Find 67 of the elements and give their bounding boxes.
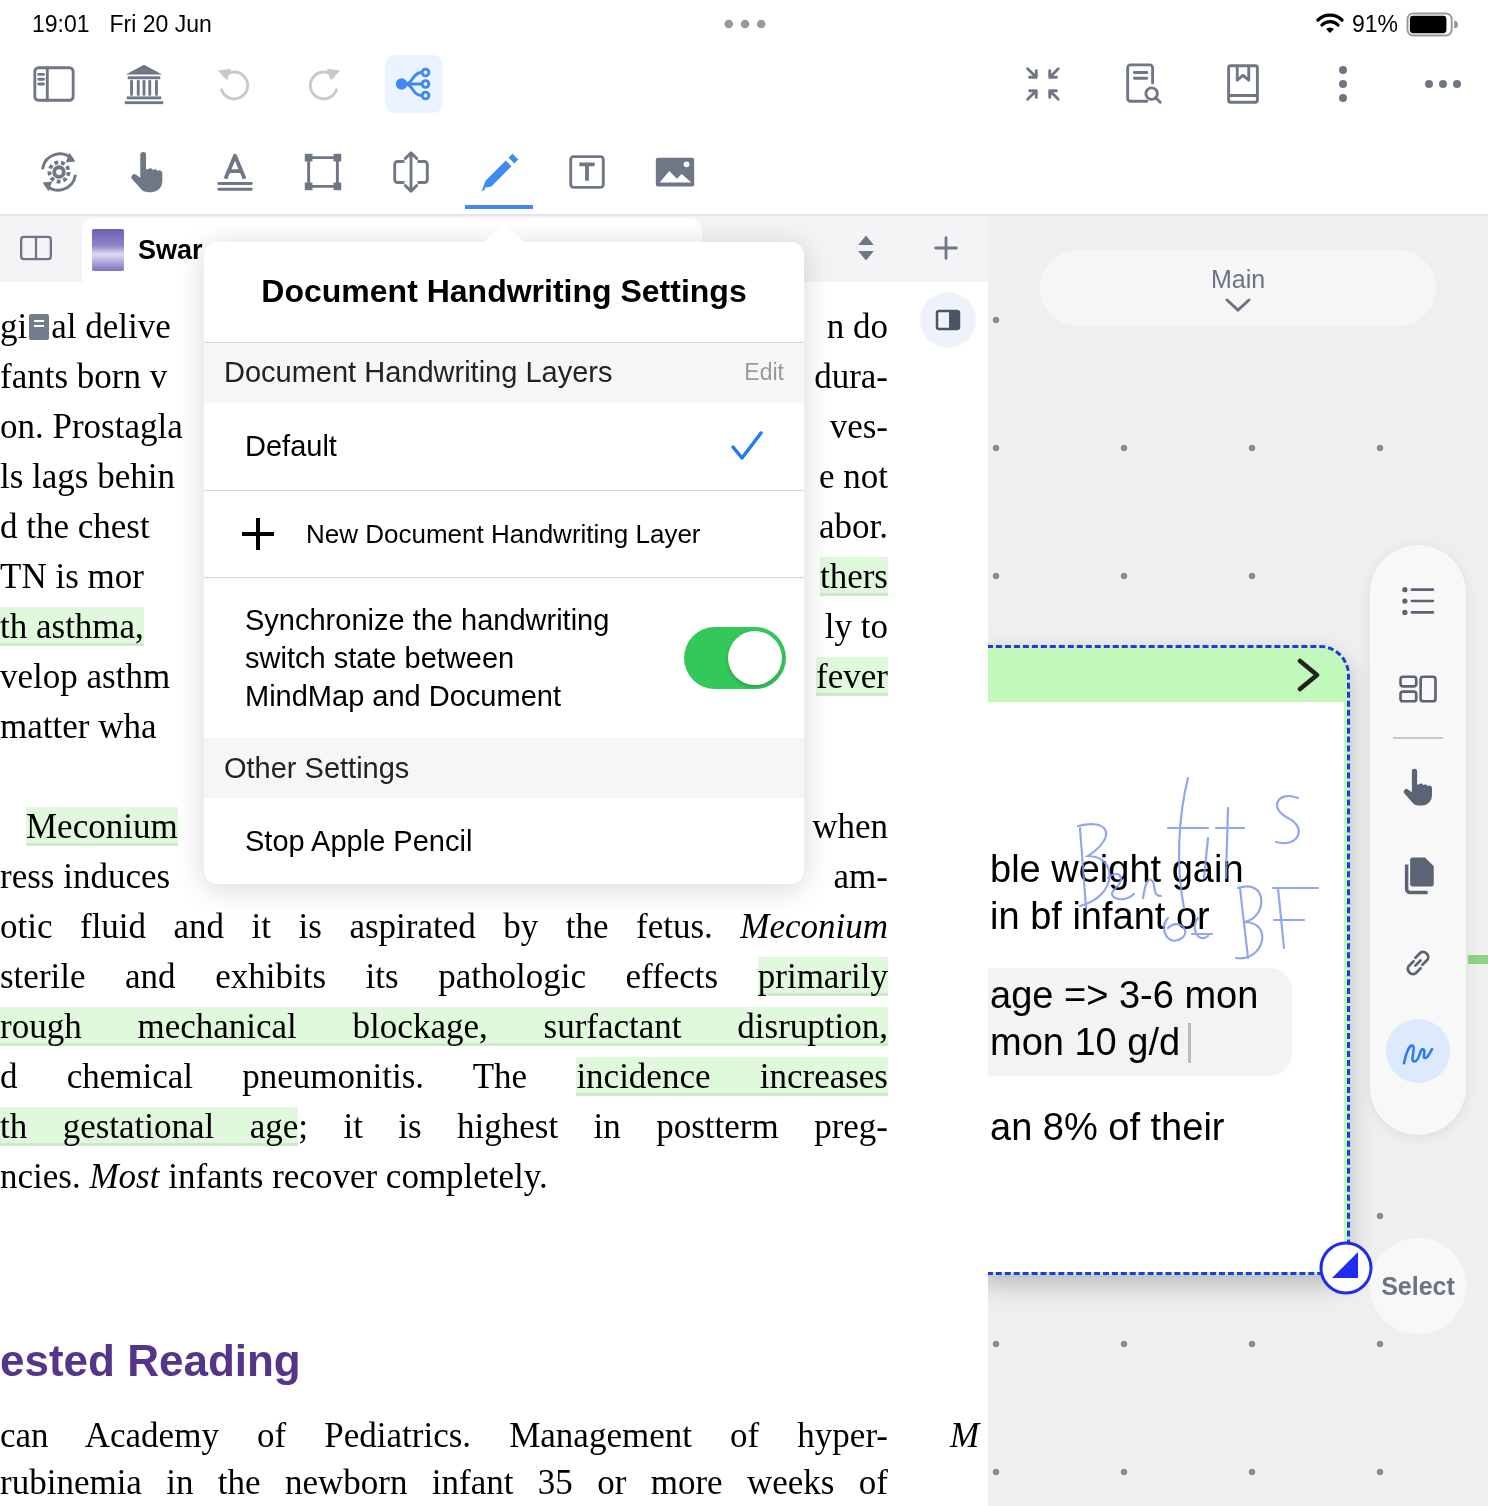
text-line: th gestational age; it is highest in postterm preg- [0,1106,888,1148]
text-fragment: am- [833,856,888,898]
text-fragment: n do [826,306,888,348]
side-panel-icon [935,309,961,331]
split-view-icon [19,235,53,261]
layer-name: Default [245,429,337,463]
tab-title: Swar [138,234,203,266]
text-fragment: thers [819,556,888,598]
mindmap-button[interactable] [385,55,443,113]
clock-time: 19:01 [32,10,90,38]
text-fragment: M [950,1416,980,1455]
chevron-right-icon[interactable] [1297,658,1321,692]
vertical-dots-icon [1339,66,1347,102]
node-text: mon 10 g/d [990,1019,1292,1066]
section-header: Document Handwriting Layers [224,356,613,390]
section-heading: ested Reading [0,1336,302,1386]
battery-icon [1406,11,1458,37]
text-fragment: dura- [814,356,888,398]
text-fragment: fever [816,656,888,698]
text-line: rubinemia in the newborn infant 35 or more weeks of [0,1462,888,1504]
plus-icon [240,516,276,553]
date-text: Fri 20 Jun [109,10,212,38]
text-fragment: ves- [829,406,888,448]
resize-handle[interactable] [1318,1240,1374,1296]
text-line: d chemical pneumonitis. The incidence increases [0,1056,888,1098]
popover-title: Document Handwriting Settings [204,242,804,343]
text-fragment: when [812,806,888,848]
multitasking-dots-icon[interactable] [724,19,766,29]
text-fragment: ly to [824,606,888,648]
text-fragment: Meconium [25,806,178,848]
text-line: can Academy of Pediatrics. Management of hyper- [0,1415,888,1457]
stop-pencil-button[interactable]: Stop Apple Pencil [245,824,473,858]
text-fragment: ls lags behin [0,456,175,498]
note-icon[interactable] [29,314,50,340]
text-line: ncies. Most infants recover completely. [0,1156,549,1198]
text-line: otic fluid and it is aspirated by the fetus. Meconium [0,906,888,948]
plus-icon [934,234,958,262]
node-text: an 8% of their [990,1105,1226,1150]
node-text: age => 3-6 mon [990,973,1260,1018]
text-fragment: gi al delive [0,306,171,348]
text-fragment: e not [819,456,888,498]
new-layer-button[interactable]: New Document Handwriting Layer [204,490,804,579]
node-text: ble weight gain [990,847,1245,892]
main-map-button[interactable]: Main [1040,250,1436,326]
battery-percent: 91% [1351,10,1398,38]
setting-label: Synchronize the handwriting switch state between MindMap and Document [245,603,611,715]
node-text: in bf infant or [990,894,1211,939]
text-fragment: TN is mor [0,556,144,598]
layer-row[interactable]: Default [204,402,804,491]
mindmap-node[interactable]: ble weight gain in bf infant or age => 3-6 mon mon 10 g/d an 8% of their [988,645,1350,1275]
horizontal-dots-icon [1425,80,1461,88]
text-fragment: velop asthm [0,656,171,698]
text-fragment: fants born v [0,356,168,398]
text-cursor [1188,1023,1192,1063]
section-header: Other Settings [224,751,410,785]
book-cover-thumbnail [92,229,124,271]
text-fragment: abor. [819,506,888,548]
text-fragment: th asthma, [0,606,144,648]
text-fragment: ress induces [0,856,171,898]
text-line: sterile and exhibits its pathologic effects primarily [0,956,888,998]
text-fragment: matter wha [0,706,157,748]
select-button[interactable]: Select [1370,1238,1466,1334]
text-fragment: d the chest [0,506,150,548]
panel-toggle-button[interactable] [920,292,976,348]
text-fragment: on. Prostagla [0,406,183,448]
chevron-down-icon [1225,297,1251,312]
wifi-icon [1315,13,1344,35]
